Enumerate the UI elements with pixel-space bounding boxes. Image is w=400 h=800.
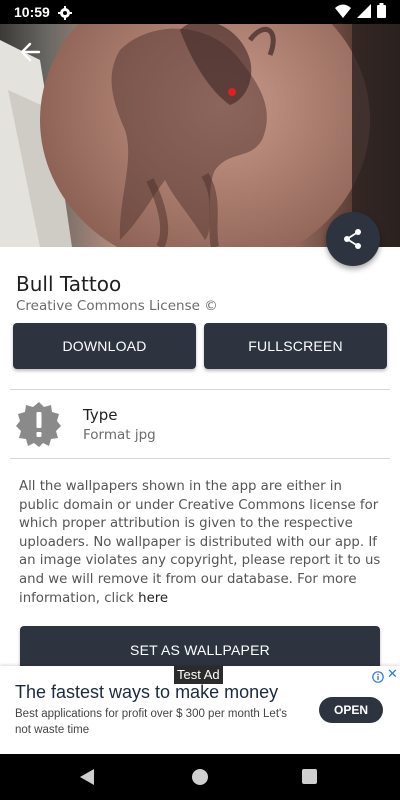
signal-icon [357, 3, 371, 22]
share-icon [344, 229, 361, 249]
ad-choices-icon[interactable] [372, 668, 384, 683]
ad-headline[interactable]: The fastest ways to make money [15, 682, 278, 703]
type-value: Format jpg [83, 427, 156, 443]
status-icons [335, 2, 386, 22]
divider [10, 389, 390, 390]
license-text: Creative Commons License © [16, 298, 218, 314]
download-button[interactable]: DOWNLOAD [13, 323, 196, 369]
share-button[interactable] [326, 212, 380, 266]
nav-recents-icon[interactable] [302, 769, 317, 784]
disclaimer-text: All the wallpapers shown in the app are … [19, 478, 385, 608]
ad-banner[interactable]: Test Ad ✕ The fastest ways to make money… [0, 666, 400, 754]
nav-home-icon[interactable] [192, 769, 208, 785]
status-time: 10:59 [14, 4, 50, 20]
battery-icon [377, 2, 386, 22]
wifi-icon [335, 3, 351, 22]
divider [10, 458, 390, 459]
tattoo-photo [0, 0, 400, 247]
ad-body: Best applications for profit over $ 300 … [15, 708, 287, 736]
fullscreen-button[interactable]: FULLSCREEN [204, 323, 387, 369]
ad-close-icon[interactable]: ✕ [387, 666, 398, 682]
type-label: Type [83, 406, 118, 424]
back-button[interactable] [12, 34, 48, 70]
disclaimer-body: All the wallpapers shown in the app are … [19, 479, 381, 606]
alert-badge-icon [16, 401, 62, 447]
arrow-back-icon [20, 42, 41, 62]
settings-gear-icon [57, 5, 72, 20]
status-bar: 10:59 [0, 0, 400, 24]
navigation-bar [0, 754, 400, 800]
wallpaper-title: Bull Tattoo [16, 272, 122, 296]
ad-open-button[interactable]: OPEN [319, 697, 383, 723]
nav-back-icon[interactable] [80, 769, 94, 789]
wallpaper-image[interactable] [0, 0, 400, 247]
more-info-link[interactable]: here [138, 591, 168, 606]
